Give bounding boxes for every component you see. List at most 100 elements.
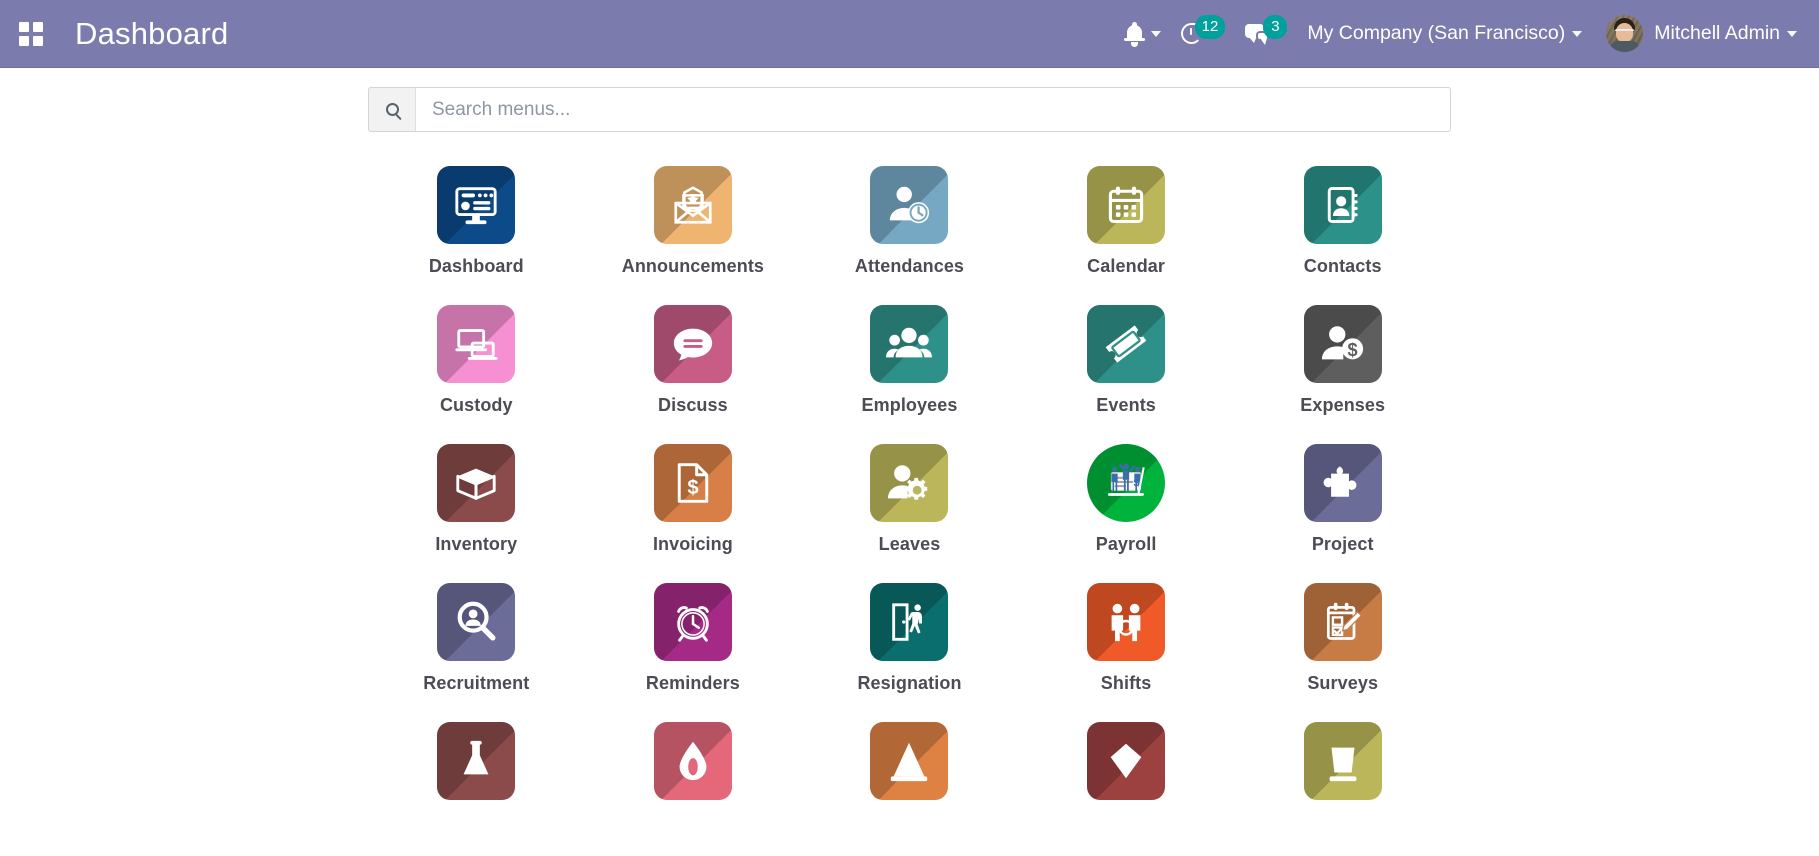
app-icon-holder bbox=[653, 583, 732, 661]
puzzle-piece-icon bbox=[1304, 444, 1382, 522]
ticket-icon bbox=[1087, 305, 1165, 383]
app-tile-project[interactable]: Project bbox=[1234, 436, 1451, 555]
app-icon-holder bbox=[653, 722, 732, 800]
app-label: Attendances bbox=[854, 256, 965, 276]
app-tile-calendar[interactable]: Calendar bbox=[1018, 158, 1235, 277]
diamond-icon bbox=[1087, 722, 1165, 800]
app-label: Employees bbox=[861, 395, 958, 415]
alarm-clock-icon bbox=[654, 583, 732, 661]
search-section bbox=[0, 68, 1819, 132]
app-tile-discuss[interactable]: Discuss bbox=[585, 297, 802, 416]
app-icon-holder bbox=[870, 722, 949, 800]
devices-icon bbox=[437, 305, 515, 383]
app-icon-holder bbox=[1087, 166, 1166, 244]
open-box-icon bbox=[437, 444, 516, 522]
cone-icon bbox=[870, 722, 949, 800]
flask-icon bbox=[437, 722, 515, 800]
app-tile-recruitment[interactable]: Recruitment bbox=[368, 575, 585, 694]
search-button[interactable] bbox=[369, 88, 416, 131]
diamond-icon bbox=[1087, 722, 1166, 800]
invoice-dollar-icon: $ bbox=[654, 444, 732, 522]
paycheck-people-icon: $ bbox=[1087, 444, 1166, 522]
two-people-icon bbox=[1087, 583, 1165, 661]
app-tile-attendances[interactable]: Attendances bbox=[801, 158, 1018, 277]
app-tile-row5-20[interactable] bbox=[368, 714, 585, 812]
app-tile-row5-23[interactable] bbox=[1018, 714, 1235, 812]
app-icon-holder bbox=[870, 166, 949, 244]
person-dollar-icon: $ bbox=[1303, 305, 1382, 383]
app-icon-holder bbox=[653, 166, 732, 244]
app-tile-dashboard[interactable]: Dashboard bbox=[368, 158, 585, 277]
address-book-icon bbox=[1303, 166, 1382, 244]
search-input[interactable] bbox=[416, 88, 1450, 131]
app-tile-announcements[interactable]: Announcements bbox=[585, 158, 802, 277]
monitor-dashboard-icon bbox=[437, 166, 515, 244]
app-icon-holder bbox=[1087, 305, 1166, 383]
app-label: Recruitment bbox=[423, 673, 530, 693]
app-icon-holder bbox=[870, 305, 949, 383]
app-tile-custody[interactable]: Custody bbox=[368, 297, 585, 416]
app-tile-leaves[interactable]: Leaves bbox=[801, 436, 1018, 555]
app-tile-shifts[interactable]: Shifts bbox=[1018, 575, 1235, 694]
app-icon-holder bbox=[437, 305, 516, 383]
page-title: Dashboard bbox=[75, 15, 229, 51]
app-label: Events bbox=[1096, 395, 1156, 415]
app-tile-payroll[interactable]: $ Payroll bbox=[1018, 436, 1235, 555]
app-label: Payroll bbox=[1095, 534, 1157, 554]
envelope-star-icon bbox=[654, 166, 732, 244]
app-label: Inventory bbox=[435, 534, 518, 554]
cup-icon bbox=[1303, 722, 1382, 800]
two-people-icon bbox=[1087, 583, 1166, 661]
app-tile-inventory[interactable]: Inventory bbox=[368, 436, 585, 555]
app-tile-invoicing[interactable]: $ Invoicing bbox=[585, 436, 802, 555]
app-icon-holder: $ bbox=[1087, 444, 1166, 522]
app-icon-holder bbox=[1303, 722, 1382, 800]
app-tile-resignation[interactable]: Resignation bbox=[801, 575, 1018, 694]
app-icon-holder bbox=[1087, 583, 1166, 661]
app-tile-surveys[interactable]: Surveys bbox=[1234, 575, 1451, 694]
notifications-menu[interactable] bbox=[1115, 0, 1171, 68]
app-label: Project bbox=[1311, 534, 1374, 554]
company-switcher[interactable]: My Company (San Francisco) bbox=[1297, 0, 1592, 68]
activities-menu[interactable]: 12 bbox=[1171, 0, 1236, 68]
person-gear-icon bbox=[870, 444, 948, 522]
apps-menu-button[interactable] bbox=[0, 0, 62, 68]
messages-menu[interactable]: 3 bbox=[1235, 0, 1297, 68]
magnifier-person-icon bbox=[437, 583, 516, 661]
puzzle-piece-icon bbox=[1303, 444, 1382, 522]
people-group-icon bbox=[870, 305, 948, 383]
bell-icon bbox=[1123, 22, 1145, 47]
app-tile-row5-24[interactable] bbox=[1234, 714, 1451, 812]
app-label: Reminders bbox=[645, 673, 740, 693]
calendar-icon bbox=[1087, 166, 1166, 244]
app-label: Shifts bbox=[1100, 673, 1152, 693]
svg-text:$: $ bbox=[687, 477, 698, 499]
chevron-down-icon bbox=[1150, 30, 1161, 37]
app-tile-expenses[interactable]: $ Expenses bbox=[1234, 297, 1451, 416]
app-icon-holder bbox=[1303, 583, 1382, 661]
clipboard-pencil-icon bbox=[1304, 583, 1382, 661]
clipboard-pencil-icon bbox=[1303, 583, 1382, 661]
paycheck-people-icon: $ bbox=[1087, 444, 1165, 522]
app-tile-row5-22[interactable] bbox=[801, 714, 1018, 812]
people-group-icon bbox=[870, 305, 949, 383]
app-label: Announcements bbox=[621, 256, 765, 276]
app-icon-holder bbox=[1303, 444, 1382, 522]
app-icon-holder bbox=[437, 583, 516, 661]
address-book-icon bbox=[1304, 166, 1382, 244]
person-dollar-icon: $ bbox=[1304, 305, 1382, 383]
monitor-dashboard-icon bbox=[437, 166, 516, 244]
app-tile-contacts[interactable]: Contacts bbox=[1234, 158, 1451, 277]
user-menu[interactable]: Mitchell Admin bbox=[1592, 0, 1801, 68]
app-tile-row5-21[interactable] bbox=[585, 714, 802, 812]
app-label: Custody bbox=[439, 395, 513, 415]
company-name-label: My Company (San Francisco) bbox=[1307, 22, 1566, 44]
app-tile-events[interactable]: Events bbox=[1018, 297, 1235, 416]
search-box bbox=[368, 87, 1451, 132]
app-label: Dashboard bbox=[428, 256, 524, 276]
app-tile-reminders[interactable]: Reminders bbox=[585, 575, 802, 694]
messages-count-badge: 3 bbox=[1263, 14, 1288, 39]
top-navbar: Dashboard 12 3 My Company (San Francisco… bbox=[0, 0, 1819, 68]
app-icon-holder: $ bbox=[653, 444, 732, 522]
app-tile-employees[interactable]: Employees bbox=[801, 297, 1018, 416]
